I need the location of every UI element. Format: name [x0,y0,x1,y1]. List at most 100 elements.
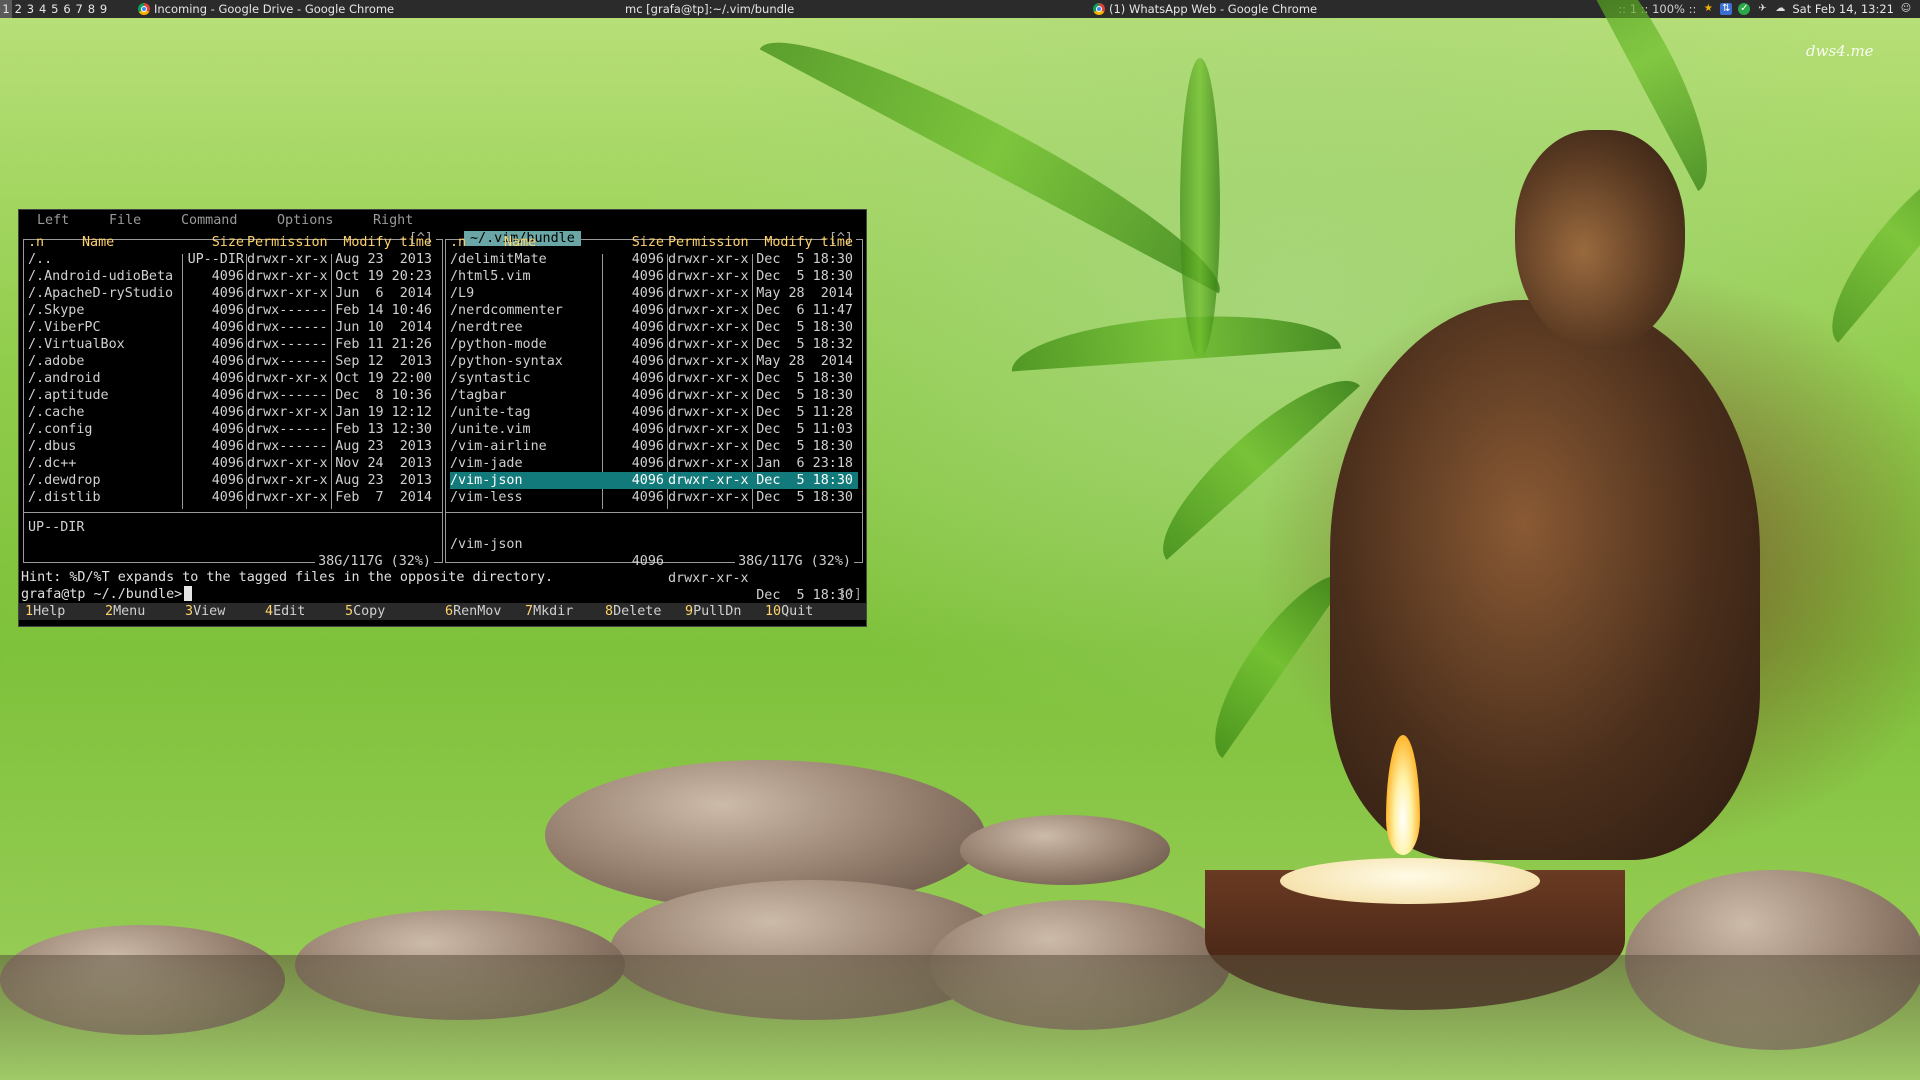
taskbar-window-whatsapp[interactable]: (1) WhatsApp Web - Google Chrome [1093,0,1317,18]
fkey-copy[interactable]: 5Copy [345,603,385,620]
file-mtime: Feb 13 12:30 [335,422,432,437]
taskbar-window-drive[interactable]: Incoming - Google Drive - Google Chrome [138,0,394,18]
column-header-sort[interactable]: .n [28,234,48,251]
column-header-row: .n Name Size Permission Modify time [450,234,858,251]
file-row[interactable]: /.Android-udioBeta 4096 drwxr-xr-x Oct 19 2… [28,268,438,285]
left-file-panel[interactable]: [^] .n Name Size Permission Modify time … [23,231,443,570]
file-name: /syntastic [450,371,531,386]
bluetooth-icon[interactable]: ✈ [1756,3,1768,15]
file-row[interactable]: /.distlib 4096 drwxr-xr-x Feb 7 2014 [28,489,438,506]
column-header-name[interactable]: Name [504,234,594,251]
file-row[interactable]: /vim-json 4096 drwxr-xr-x Dec 5 18:30 [450,472,858,489]
mini-status-separator [24,512,442,513]
network-icon[interactable]: ⇅ [1720,3,1733,15]
workspace-5[interactable]: 5 [49,0,61,18]
command-prompt[interactable]: grafa@tp ~/./bundle> [21,586,193,603]
file-row[interactable]: /unite-tag 4096 drwxr-xr-x Dec 5 11:28 [450,404,858,421]
column-header-modify-time[interactable]: Modify time [332,234,432,251]
file-mtime: Feb 11 21:26 [335,337,432,352]
file-row[interactable]: /.dewdrop 4096 drwxr-xr-x Aug 23 2013 [28,472,438,489]
workspace-8[interactable]: 8 [85,0,97,18]
file-row[interactable]: /.ApacheD-ryStudio 4096 drwxr-xr-x Jun 6 20… [28,285,438,302]
fkey-menu[interactable]: 2Menu [105,603,145,620]
file-row[interactable]: /L9 4096 drwxr-xr-x May 28 2014 [450,285,858,302]
file-row[interactable]: /.adobe 4096 drwx------ Sep 12 2013 [28,353,438,370]
fkey-delete[interactable]: 8Delete [605,603,661,620]
fkey-label: RenMov [453,604,502,619]
menu-command[interactable]: Command [181,212,237,229]
file-row[interactable]: /unite.vim 4096 drwxr-xr-x Dec 5 11:03 [450,421,858,438]
fkey-help[interactable]: 1Help [25,603,65,620]
fkey-number: 5 [345,604,354,619]
file-perm: drwxr-xr-x [668,456,749,471]
file-row[interactable]: /.. UP--DIR drwxr-xr-x Aug 23 2013 [28,251,438,268]
file-perm: drwxr-xr-x [247,252,328,267]
file-row[interactable]: /.VirtualBox 4096 drwx------ Feb 11 21:26 [28,336,438,353]
file-mtime: Sep 12 2013 [335,354,432,369]
file-row[interactable]: /.android 4096 drwxr-xr-x Oct 19 22:00 [28,370,438,387]
file-row[interactable]: /syntastic 4096 drwxr-xr-x Dec 5 18:30 [450,370,858,387]
workspace-3[interactable]: 3 [24,0,36,18]
file-mtime: Dec 6 11:47 [756,303,853,318]
column-header-name[interactable]: Name [82,234,172,251]
fkey-number: 2 [105,604,114,619]
file-perm: drwxr-xr-x [247,473,328,488]
file-row[interactable]: /vim-less 4096 drwxr-xr-x Dec 5 18:30 [450,489,858,506]
fkey-view[interactable]: 3View [185,603,225,620]
file-perm: drwxr-xr-x [668,439,749,454]
file-row[interactable]: /tagbar 4096 drwxr-xr-x Dec 5 18:30 [450,387,858,404]
file-row[interactable]: /delimitMate 4096 drwxr-xr-x Dec 5 18:30 [450,251,858,268]
column-header-permission[interactable]: Permission [668,234,754,251]
fkey-renmov[interactable]: 6RenMov [445,603,501,620]
workspace-9[interactable]: 9 [98,0,110,18]
file-row[interactable]: /.config 4096 drwx------ Feb 13 12:30 [28,421,438,438]
workspace-2[interactable]: 2 [12,0,24,18]
file-row[interactable]: /.aptitude 4096 drwx------ Dec 8 10:36 [28,387,438,404]
workspace-4[interactable]: 4 [37,0,49,18]
taskbar-window-mc[interactable]: mc [grafa@tp]:~/.vim/bundle [625,0,794,18]
file-row[interactable]: /python-mode 4096 drwxr-xr-x Dec 5 18:32 [450,336,858,353]
midnight-commander-window[interactable]: Left File Command Options Right [^] .n N… [18,209,867,627]
file-size: 4096 [631,456,664,471]
file-row[interactable]: /nerdtree 4096 drwxr-xr-x Dec 5 18:30 [450,319,858,336]
check-icon[interactable]: ✓ [1738,3,1751,15]
fkey-label: Mkdir [533,604,574,619]
file-row[interactable]: /.ViberPC 4096 drwx------ Jun 10 2014 [28,319,438,336]
workspace-1[interactable]: 1 [0,0,13,18]
file-row[interactable]: /nerdcommenter 4096 drwxr-xr-x Dec 6 11:47 [450,302,858,319]
menu-left[interactable]: Left [37,212,69,229]
workspace-7[interactable]: 7 [73,0,85,18]
column-header-row: .n Name Size Permission Modify time [28,234,438,251]
file-row[interactable]: /python-syntax 4096 drwxr-xr-x May 28 2014 [450,353,858,370]
file-row[interactable]: /.cache 4096 drwxr-xr-x Jan 19 12:12 [28,404,438,421]
cloud-icon[interactable]: ☁ [1774,3,1786,15]
file-row[interactable]: /vim-airline 4096 drwxr-xr-x Dec 5 18:30 [450,438,858,455]
fkey-quit[interactable]: 10Quit [765,603,813,620]
fkey-edit[interactable]: 4Edit [265,603,305,620]
star-icon[interactable]: ★ [1702,3,1714,15]
file-row[interactable]: /.dbus 4096 drwx------ Aug 23 2013 [28,438,438,455]
column-header-modify-time[interactable]: Modify time [753,234,853,251]
column-header-size[interactable]: Size [182,234,244,251]
clock[interactable]: Sat Feb 14, 13:21 [1792,0,1894,18]
window-title: Incoming - Google Drive - Google Chrome [154,2,395,16]
right-file-panel[interactable]: ~/.vim/bundle [^] .n Name Size Permissio… [445,231,863,603]
file-row[interactable]: /html5.vim 4096 drwxr-xr-x Dec 5 18:30 [450,268,858,285]
file-row[interactable]: /vim-jade 4096 drwxr-xr-x Jan 6 23:18 [450,455,858,472]
menu-file[interactable]: File [109,212,141,229]
workspace-6[interactable]: 6 [61,0,73,18]
column-header-permission[interactable]: Permission [247,234,333,251]
file-row[interactable]: /.dc++ 4096 drwxr-xr-x Nov 24 2013 [28,455,438,472]
menu-options[interactable]: Options [277,212,333,229]
disk-usage: 38G/117G (32%) [315,553,434,570]
user-icon[interactable]: ☺ [1900,3,1912,15]
menu-right[interactable]: Right [373,212,413,229]
column-header-size[interactable]: Size [602,234,664,251]
column-header-sort[interactable]: .n [450,234,470,251]
file-perm: drwxr-xr-x [247,269,328,284]
workspace-switcher[interactable]: 123456789 [0,0,110,18]
history-marker[interactable]: [^] [838,586,862,603]
fkey-mkdir[interactable]: 7Mkdir [525,603,573,620]
fkey-pulldn[interactable]: 9PullDn [685,603,741,620]
file-row[interactable]: /.Skype 4096 drwx------ Feb 14 10:46 [28,302,438,319]
